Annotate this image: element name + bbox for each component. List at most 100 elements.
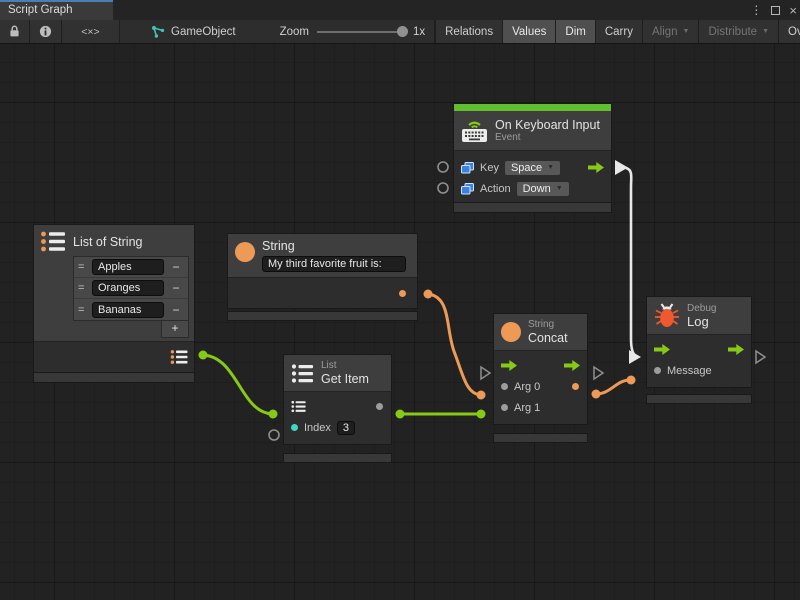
chevron-down-icon: ▼ <box>547 164 554 171</box>
wire-endpoint[interactable] <box>477 410 486 419</box>
unconnected-port-action[interactable] <box>438 183 448 193</box>
wire-endpoint[interactable] <box>592 390 601 399</box>
arg1-input-port[interactable] <box>501 404 508 411</box>
flow-output-port[interactable] <box>728 344 744 355</box>
node-header[interactable]: Debug Log <box>647 297 751 335</box>
flow-input-port[interactable] <box>501 360 517 371</box>
node-header[interactable]: String My third favorite fruit is: <box>228 234 417 278</box>
node-body <box>228 278 417 308</box>
arg1-label: Arg 1 <box>514 402 540 414</box>
list-item-field[interactable]: Bananas <box>92 302 164 318</box>
string-type-icon <box>501 322 521 342</box>
unconnected-flow-out-concat[interactable] <box>594 367 603 379</box>
remove-item-button[interactable]: − <box>168 281 184 295</box>
node-footer <box>227 311 418 321</box>
node-footer <box>33 372 195 383</box>
index-input-port[interactable] <box>291 424 298 431</box>
flow-row <box>494 355 587 376</box>
enum-icon <box>461 183 474 195</box>
list-output-port[interactable] <box>170 349 188 365</box>
list-item-field[interactable]: Oranges <box>92 280 164 296</box>
node-title: Get Item <box>321 372 369 386</box>
unconnected-port-index[interactable] <box>269 430 279 440</box>
keyboard-icon <box>461 118 488 143</box>
node-concat[interactable]: String Concat Arg 0 Arg 1 <box>493 313 588 425</box>
index-row: Index 3 <box>284 417 391 438</box>
node-title: Concat <box>528 331 568 345</box>
list-item-row: = Apples − <box>74 257 188 278</box>
drag-handle-icon[interactable]: = <box>78 282 88 294</box>
list-editor: = Apples − = Oranges − = Bananas − <box>73 256 189 321</box>
chevron-down-icon: ▼ <box>556 185 563 192</box>
wire-list-to-getitem[interactable] <box>203 355 272 414</box>
drag-handle-icon[interactable]: = <box>78 304 88 316</box>
node-footer <box>283 453 392 463</box>
message-label: Message <box>667 365 712 377</box>
wire-concat-to-log[interactable] <box>596 380 630 394</box>
string-value-field[interactable]: My third favorite fruit is: <box>262 256 406 272</box>
node-header[interactable]: List Get Item <box>284 355 391 392</box>
control-wire-end-arrow[interactable] <box>629 350 641 364</box>
flow-output-port[interactable] <box>564 360 580 371</box>
wire-string-to-concat[interactable] <box>428 294 480 395</box>
node-title: Log <box>687 315 716 329</box>
node-get-item[interactable]: List Get Item Index 3 <box>283 354 392 445</box>
wire-endpoint[interactable] <box>424 290 433 299</box>
wire-endpoint[interactable] <box>477 391 486 400</box>
node-header[interactable]: On Keyboard Input Event <box>454 111 611 151</box>
node-subtitle: Event <box>495 132 600 144</box>
flow-output-port[interactable] <box>588 162 604 173</box>
node-title: String <box>262 239 406 253</box>
unconnected-port-key[interactable] <box>438 162 448 172</box>
key-port-row: Key Space ▼ <box>454 157 611 178</box>
node-string-literal[interactable]: String My third favorite fruit is: <box>227 233 418 309</box>
message-input-port[interactable] <box>654 367 661 374</box>
action-port-row: Action Down ▼ <box>454 178 611 199</box>
key-dropdown[interactable]: Space ▼ <box>505 161 560 175</box>
remove-item-button[interactable]: − <box>168 303 184 317</box>
control-wire-start-arrow[interactable] <box>615 160 628 175</box>
drag-handle-icon[interactable]: = <box>78 261 88 273</box>
action-label: Action <box>480 183 511 195</box>
list-input-port[interactable] <box>291 400 306 413</box>
arg0-row: Arg 0 <box>494 376 587 397</box>
node-footer <box>493 433 588 443</box>
arg1-row: Arg 1 <box>494 397 587 418</box>
node-list-of-string[interactable]: List of String = Apples − = Oranges − = … <box>33 224 195 374</box>
unconnected-flow-out-log[interactable] <box>756 351 765 363</box>
arg0-input-port[interactable] <box>501 383 508 390</box>
node-footer <box>646 394 752 404</box>
node-header[interactable]: List of String = Apples − = Oranges − = … <box>34 225 194 342</box>
node-category: List <box>321 360 369 372</box>
wire-endpoint[interactable] <box>269 410 278 419</box>
list-input-row <box>284 396 391 417</box>
list-icon <box>40 230 66 253</box>
unconnected-flow-in-concat[interactable] <box>481 367 490 379</box>
add-item-button[interactable]: + <box>161 321 189 338</box>
flow-input-port[interactable] <box>654 344 670 355</box>
node-debug-log[interactable]: Debug Log Message <box>646 296 752 388</box>
enum-icon <box>461 162 474 174</box>
node-on-keyboard-input[interactable]: On Keyboard Input Event Key Space ▼ <box>453 103 612 206</box>
node-footer <box>453 202 612 213</box>
remove-item-button[interactable]: − <box>168 260 184 274</box>
list-item-row: = Bananas − <box>74 299 188 320</box>
event-accent-bar <box>454 104 611 111</box>
node-title: List of String <box>73 235 142 249</box>
list-item-field[interactable]: Apples <box>92 259 164 275</box>
node-title: On Keyboard Input <box>495 118 600 132</box>
node-category: String <box>528 319 568 331</box>
wire-endpoint[interactable] <box>627 376 636 385</box>
bug-icon <box>654 302 680 329</box>
wire-keyboard-to-log[interactable] <box>626 168 638 357</box>
list-icon <box>291 363 314 384</box>
result-output-port[interactable] <box>572 383 579 390</box>
key-label: Key <box>480 162 499 174</box>
string-output-port[interactable] <box>399 290 406 297</box>
wire-endpoint[interactable] <box>199 351 208 360</box>
wire-endpoint[interactable] <box>396 410 405 419</box>
action-dropdown[interactable]: Down ▼ <box>517 182 569 196</box>
index-value-field[interactable]: 3 <box>337 421 355 435</box>
item-output-port[interactable] <box>376 403 383 410</box>
node-header[interactable]: String Concat <box>494 314 587 351</box>
